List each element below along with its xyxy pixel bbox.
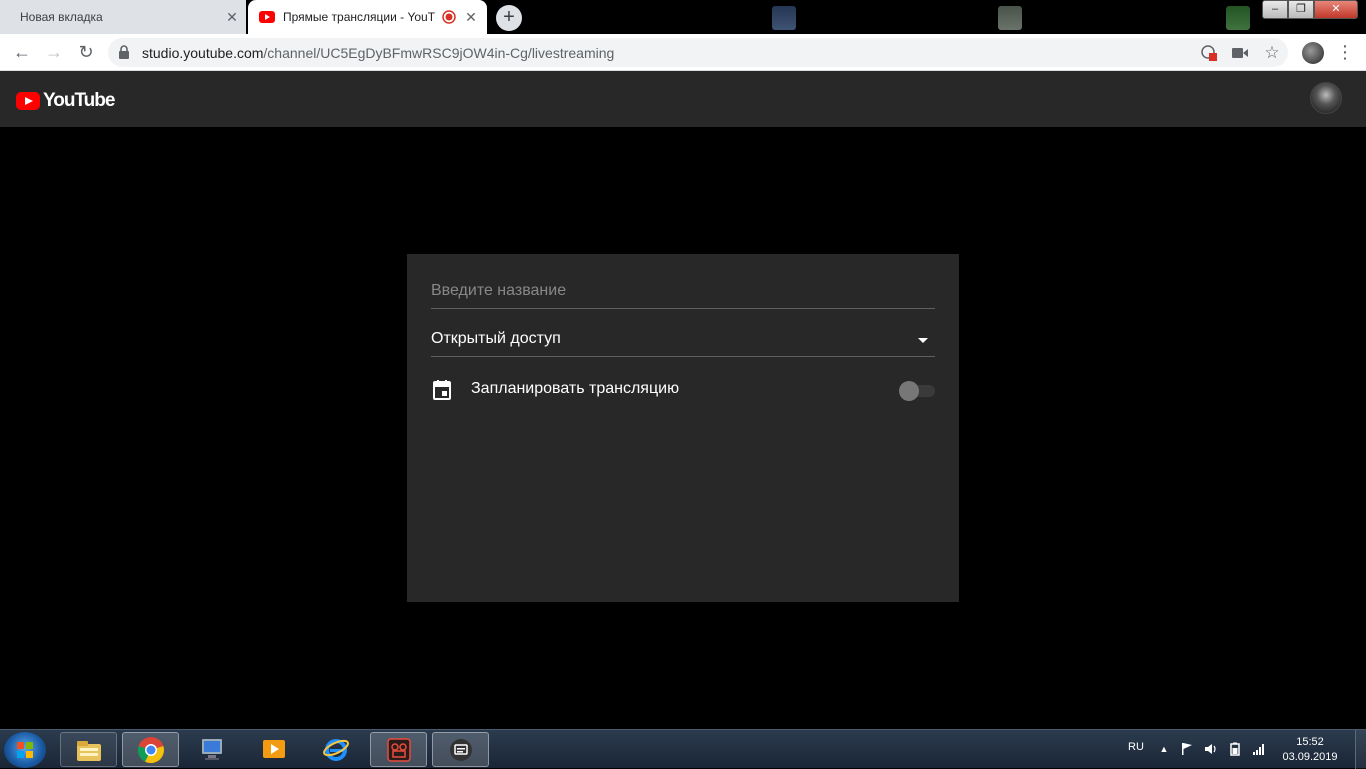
taskbar-messages[interactable]	[432, 732, 489, 767]
tab-close-icon[interactable]: ✕	[224, 9, 240, 25]
tab-new-tab[interactable]: Новая вкладка ✕	[0, 0, 246, 34]
taskbar-explorer[interactable]	[60, 732, 117, 767]
start-button[interactable]	[4, 732, 46, 768]
youtube-logo-text: YouTube	[43, 90, 115, 111]
explorer-icon	[77, 741, 101, 761]
show-hidden-icons-icon[interactable]: ▲	[1157, 742, 1171, 756]
youtube-play-icon	[16, 92, 40, 110]
tab-close-icon[interactable]: ✕	[463, 9, 479, 25]
tab-title: Прямые трансляции - YouT	[283, 10, 435, 24]
url-host: studio.youtube.com	[142, 45, 264, 61]
taskbar-video-editor[interactable]	[370, 732, 427, 767]
schedule-toggle[interactable]	[899, 381, 935, 401]
youtube-logo[interactable]: YouTube	[16, 90, 115, 112]
youtube-header: YouTube	[0, 71, 1366, 127]
privacy-dropdown[interactable]: Открытый доступ	[431, 326, 935, 357]
lock-icon	[119, 45, 129, 59]
youtube-favicon-icon	[259, 11, 275, 23]
window-controls: – ❐ ✕	[1262, 0, 1358, 20]
browser-menu-icon[interactable]: ⋮	[1336, 40, 1354, 64]
url-text: studio.youtube.com/channel/UC5EgDyBFmwRS…	[142, 45, 614, 61]
stream-title-field	[431, 278, 935, 309]
clock-date: 03.09.2019	[1282, 751, 1338, 763]
back-arrow-icon[interactable]: ←	[10, 40, 34, 64]
video-editor-icon	[387, 738, 411, 762]
ie-icon	[323, 739, 349, 761]
privacy-value: Открытый доступ	[431, 330, 561, 347]
new-tab-button[interactable]: +	[496, 5, 522, 31]
bookmark-star-icon[interactable]: ☆	[1263, 44, 1281, 62]
schedule-row: Запланировать трансляцию	[431, 376, 935, 404]
taskbar: RU ▲ 15:52 03.09.2019	[0, 729, 1366, 769]
close-window-button[interactable]: ✕	[1314, 0, 1358, 19]
taskbar-computer[interactable]	[184, 732, 241, 767]
computer-icon	[202, 739, 222, 760]
forward-arrow-icon[interactable]: →	[42, 40, 66, 64]
network-signal-icon[interactable]	[1252, 742, 1266, 756]
profile-avatar[interactable]	[1302, 42, 1324, 64]
chrome-icon	[137, 737, 164, 764]
tab-title: Новая вкладка	[20, 10, 103, 24]
taskbar-media-player[interactable]	[246, 732, 303, 767]
recording-indicator-icon	[442, 10, 456, 24]
desktop-thumbnail-icon	[998, 6, 1022, 30]
stream-title-input[interactable]	[431, 278, 935, 304]
url-path: /channel/UC5EgDyBFmwRSC9jOW4in-Cg/livest…	[263, 45, 615, 61]
restore-button[interactable]: ❐	[1288, 0, 1314, 19]
desktop-thumbnail-icon	[1226, 6, 1250, 30]
system-clock[interactable]: 15:52 03.09.2019	[1278, 735, 1342, 765]
toggle-thumb	[899, 381, 919, 401]
dropdown-arrow-icon	[918, 338, 928, 343]
action-center-flag-icon[interactable]	[1180, 742, 1194, 756]
camera-icon[interactable]	[1231, 45, 1249, 61]
clock-time: 15:52	[1296, 736, 1324, 748]
address-bar[interactable]: studio.youtube.com/channel/UC5EgDyBFmwRS…	[108, 38, 1288, 67]
browser-toolbar: ← → ↻ studio.youtube.com/channel/UC5EgDy…	[0, 34, 1366, 71]
calendar-icon	[433, 380, 451, 400]
tab-strip: Новая вкладка ✕ Прямые трансляции - YouT…	[0, 0, 1366, 34]
media-player-icon	[263, 740, 285, 758]
reload-icon[interactable]: ↻	[74, 40, 98, 64]
taskbar-ie[interactable]	[308, 732, 365, 767]
tab-live-streaming[interactable]: Прямые трансляции - YouT ✕	[248, 0, 487, 34]
schedule-label: Запланировать трансляцию	[471, 380, 680, 397]
message-icon	[450, 739, 472, 761]
taskbar-chrome[interactable]	[122, 732, 179, 767]
show-desktop-button[interactable]	[1355, 730, 1366, 769]
channel-avatar[interactable]	[1310, 82, 1342, 114]
create-stream-dialog: Открытый доступ Запланировать трансляцию	[407, 254, 959, 602]
desktop-thumbnail-icon	[772, 6, 796, 30]
minimize-button[interactable]: –	[1262, 0, 1288, 19]
battery-icon[interactable]	[1228, 742, 1242, 756]
volume-icon[interactable]	[1204, 742, 1218, 756]
blocked-content-icon[interactable]	[1200, 44, 1218, 62]
language-indicator[interactable]: RU	[1127, 740, 1145, 754]
